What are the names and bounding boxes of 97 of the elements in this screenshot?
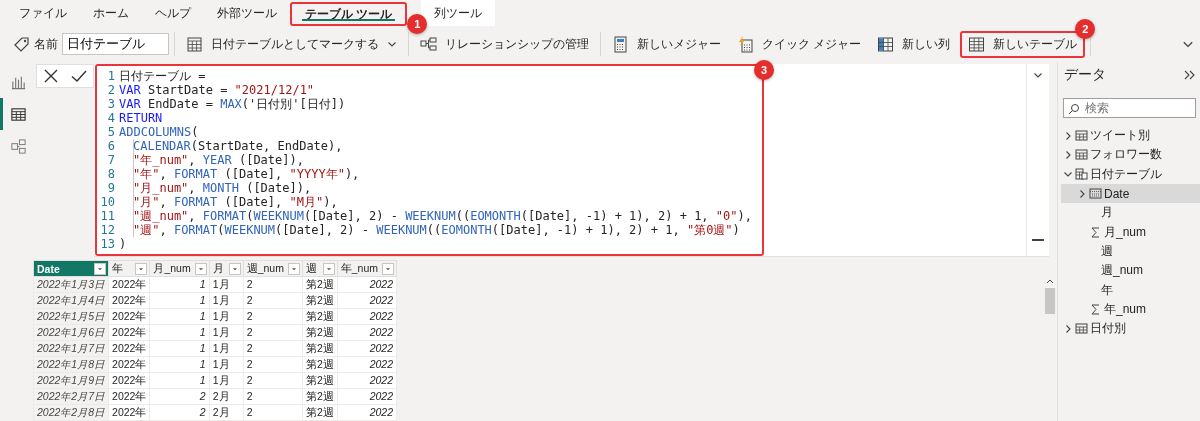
ribbon-button[interactable]: リレーションシップの管理 <box>414 32 595 56</box>
line-number: 3 <box>106 97 116 111</box>
filter-dropdown-icon[interactable] <box>228 262 241 275</box>
field-list-item[interactable]: ツイート別 <box>1061 126 1200 146</box>
line-number: 2 <box>106 83 116 97</box>
line-number: 7 <box>106 153 116 167</box>
filter-dropdown-icon[interactable] <box>135 262 148 275</box>
code-line: ) <box>119 237 127 251</box>
code-line: RETURN <box>119 111 163 125</box>
calculator-icon <box>737 35 754 53</box>
calculator-icon <box>612 35 629 53</box>
column-header[interactable]: Date <box>33 260 109 277</box>
field-list-item[interactable]: 月 <box>1061 203 1200 223</box>
code-line: "年_num", YEAR ([Date]), <box>133 153 304 167</box>
collapse-icon[interactable] <box>1184 69 1196 81</box>
chevron-right-icon <box>1063 149 1073 160</box>
ribbon-tab[interactable]: ファイル <box>6 0 80 26</box>
sigma-icon <box>1089 225 1102 239</box>
field-list-item[interactable]: 日付テーブル <box>1061 164 1200 184</box>
field-list-item[interactable]: 日付別 <box>1061 318 1200 339</box>
ribbon-button[interactable]: 新しいテーブル <box>962 32 1084 56</box>
filter-dropdown-icon[interactable] <box>94 262 107 275</box>
callout-badge: 1 <box>407 14 428 34</box>
line-number: 8 <box>106 167 116 181</box>
ribbon-tab[interactable]: テーブル ツール <box>292 4 406 24</box>
name-field[interactable]: 日付テーブル <box>62 33 169 55</box>
line-number: 1 <box>106 69 116 83</box>
column-header[interactable]: 週 <box>302 260 338 277</box>
code-line: 日付テーブル = <box>119 69 206 83</box>
column-header[interactable]: 月_num <box>149 260 210 277</box>
chevron-right-icon <box>1077 188 1087 199</box>
close-icon[interactable] <box>42 67 60 85</box>
column-header[interactable]: 年_num <box>337 260 397 277</box>
search-field[interactable]: 検索 <box>1063 98 1196 118</box>
filter-dropdown-icon[interactable] <box>382 262 395 275</box>
chevron-down-icon <box>387 39 397 49</box>
field-list-item[interactable]: Date <box>1061 183 1200 204</box>
tag-icon <box>13 35 30 53</box>
chevron-down-icon <box>1033 70 1043 80</box>
code-line: "週_num", FORMAT(WEEKNUM([Date], 2) - WEEKNUM((EOMONTH([Date], -1) + 1), 2) + 1, "0"), <box>133 209 752 223</box>
ribbon-button[interactable]: クイック メジャー <box>731 32 868 56</box>
callout-badge: 2 <box>1075 18 1096 39</box>
filter-dropdown-icon[interactable] <box>194 262 207 275</box>
ribbon-button[interactable]: 新しい列 <box>871 32 957 56</box>
scroll-up-icon[interactable] <box>1046 278 1054 284</box>
search-icon <box>1068 103 1080 115</box>
line-number: 10 <box>99 195 116 209</box>
ribbon-button[interactable]: 日付テーブルとしてマークする <box>180 32 403 56</box>
code-line: VAR EndDate = MAX('日付別'[日付]) <box>119 97 346 111</box>
field-list-item[interactable]: 週_num <box>1061 261 1200 281</box>
name-label: 名前 <box>34 35 58 53</box>
table-icon <box>968 35 986 53</box>
column-header[interactable]: 週_num <box>243 260 303 277</box>
callout-badge: 3 <box>754 60 774 80</box>
field-list-item[interactable]: フォロワー数 <box>1061 145 1200 165</box>
code-line: VAR StartDate = "2021/12/1" <box>119 83 315 97</box>
column-header[interactable]: 月 <box>209 260 244 277</box>
table-icon <box>9 105 27 123</box>
line-number: 9 <box>106 181 116 195</box>
filter-dropdown-icon[interactable] <box>287 262 300 275</box>
line-number: 11 <box>99 209 116 223</box>
line-number: 4 <box>106 111 116 125</box>
pane-title: データ <box>1064 66 1106 84</box>
chevron-right-icon <box>1063 323 1073 334</box>
calendar-icon <box>1089 187 1102 201</box>
code-line: "月", FORMAT ([Date], "M月"), <box>133 195 338 209</box>
ribbon-tab[interactable]: ホーム <box>80 0 142 26</box>
field-list-item[interactable]: 年 <box>1061 280 1200 300</box>
column-icon <box>877 35 895 53</box>
minimize-icon[interactable] <box>1032 239 1044 242</box>
code-line: "年", FORMAT ([Date], "YYYY年"), <box>133 167 360 181</box>
line-number: 6 <box>106 139 116 153</box>
ribbon-tab[interactable]: ヘルプ <box>142 0 204 26</box>
code-line: ADDCOLUMNS( <box>119 125 199 139</box>
code-line: "月_num", MONTH ([Date]), <box>133 181 312 195</box>
sigma-icon <box>1089 302 1102 316</box>
field-list-item[interactable]: 月_num <box>1061 222 1200 242</box>
column-header[interactable]: 年 <box>108 260 150 277</box>
table-icon <box>1075 129 1088 143</box>
code-line: "週", FORMAT(WEEKNUM([Date], 2) - WEEKNUM((EOMONTH([Date], -1) + 1), 2) + 1, "第0週") <box>133 223 740 237</box>
calendar-icon <box>186 35 203 53</box>
filter-dropdown-icon[interactable] <box>322 262 335 275</box>
line-number: 13 <box>99 237 116 251</box>
line-number: 12 <box>99 223 116 237</box>
model-icon <box>9 137 27 155</box>
chevron-right-icon <box>1063 130 1073 141</box>
table-icon <box>1075 167 1088 181</box>
ribbon-tab[interactable]: 列ツール <box>421 0 496 26</box>
table-icon <box>1075 148 1088 162</box>
line-number: 5 <box>106 125 116 139</box>
code-line: CALENDAR(StartDate, EndDate), <box>133 139 343 153</box>
field-list-item[interactable]: 週 <box>1061 241 1200 262</box>
ribbon-tab[interactable]: 外部ツール <box>204 0 290 26</box>
ribbon-button[interactable]: 新しいメジャー <box>606 32 727 56</box>
field-list-item[interactable]: 年_num <box>1061 299 1200 319</box>
relationship-icon <box>420 35 437 53</box>
table-icon <box>1075 322 1088 336</box>
